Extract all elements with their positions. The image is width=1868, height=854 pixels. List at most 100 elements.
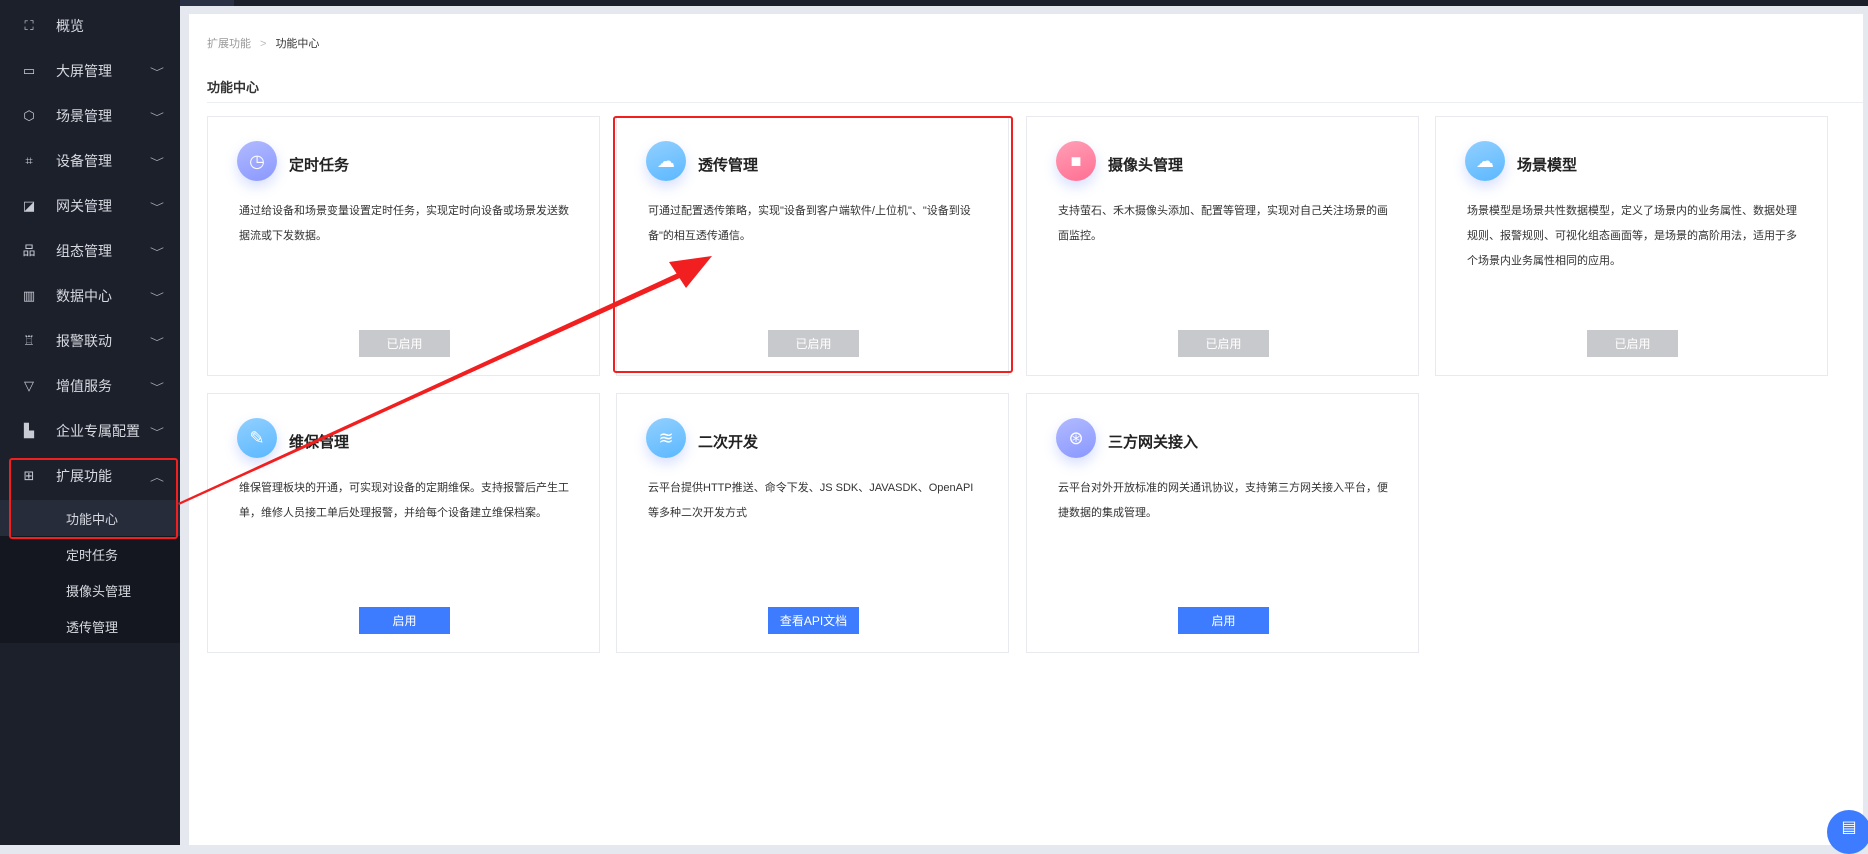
wrench-icon: ✎ (237, 418, 277, 458)
feature-card: ☁ 场景模型 场景模型是场景共性数据模型，定义了场景内的业务属性、数据处理规则、… (1435, 116, 1828, 376)
card-action-button[interactable]: 启用 (359, 607, 450, 634)
clock-icon: ◷ (237, 141, 277, 181)
cube-icon: ⬡ (23, 108, 35, 123)
sidebar-item-label: 企业专属配置 (56, 423, 140, 439)
sidebar-item-label: 大屏管理 (56, 63, 112, 79)
breadcrumb-separator: > (260, 38, 267, 50)
chevron-down-icon[interactable]: ﹀ (150, 199, 164, 214)
icon-glyph: ☁ (1476, 150, 1494, 171)
gateway-icon: ◪ (22, 198, 36, 213)
icon-glyph: ✎ (249, 427, 265, 448)
submenu-item-1[interactable]: 定时任务 (0, 536, 180, 572)
card-description: 可通过配置透传策略，实现"设备到客户端软件/上位机"、"设备到设备"的相互透传通… (648, 205, 971, 242)
card-title: 维保管理 (289, 434, 350, 451)
card-description: 云平台对外开放标准的网关通讯协议，支持第三方网关接入平台，便捷数据的集成管理。 (1058, 482, 1388, 519)
sidebar-item-7[interactable]: ♖ 报警联动 ﹀ (0, 321, 180, 361)
breadcrumb: 扩展功能 > 功能中心 (207, 35, 319, 51)
submenu-item-3[interactable]: 透传管理 (0, 608, 180, 644)
sidebar-item-label: 设备管理 (56, 153, 112, 169)
card-title: 摄像头管理 (1108, 157, 1184, 174)
icon-glyph: ⊛ (1068, 427, 1084, 448)
chart-icon: ▥ (22, 288, 36, 303)
breadcrumb-parent[interactable]: 扩展功能 (207, 38, 251, 50)
top-bar (180, 0, 1868, 6)
sidebar-item-label: 增值服务 (56, 378, 112, 394)
grid-icon: ⊞ (23, 468, 35, 483)
page-title: 功能中心 (207, 80, 260, 95)
card-title: 三方网关接入 (1108, 434, 1199, 451)
sidebar-item-2[interactable]: ⬡ 场景管理 ﹀ (0, 96, 180, 136)
sidebar-item-8[interactable]: ▽ 增值服务 ﹀ (0, 366, 180, 406)
card-title: 二次开发 (698, 434, 759, 451)
alarm-icon: ♖ (23, 333, 35, 348)
sidebar-item-9[interactable]: ▙ 企业专属配置 ﹀ (0, 411, 180, 451)
card-title: 定时任务 (289, 157, 350, 174)
sidebar: ⛶ 概览 ▭ 大屏管理 ﹀ ⬡ 场景管理 ﹀ ⌗ 设备管理 ﹀ ◪ 网关管理 ﹀… (0, 0, 180, 845)
feature-card: ⊛ 三方网关接入 云平台对外开放标准的网关通讯协议，支持第三方网关接入平台，便捷… (1026, 393, 1419, 653)
chevron-up-icon[interactable]: ︿ (150, 469, 164, 484)
divider (207, 102, 1863, 103)
icon-glyph: ■ (1070, 150, 1082, 171)
sidebar-item-label: 数据中心 (56, 288, 112, 304)
icon-glyph: ≋ (658, 427, 674, 448)
sidebar-item-5[interactable]: 品 组态管理 ﹀ (0, 231, 180, 271)
chevron-down-icon[interactable]: ﹀ (150, 379, 164, 394)
chevron-down-icon[interactable]: ﹀ (150, 244, 164, 259)
camera-icon: ■ (1056, 141, 1096, 181)
layers-icon: ≋ (646, 418, 686, 458)
document-fab-button[interactable]: ▤ (1827, 810, 1868, 854)
feature-card: ◷ 定时任务 通过给设备和场景变量设置定时任务，实现定时向设备或场景发送数据流或… (207, 116, 600, 376)
sidebar-item-label: 扩展功能 (56, 468, 112, 484)
sidebar-item-0[interactable]: ⛶ 概览 (0, 6, 180, 46)
document-icon: ▤ (1841, 819, 1857, 836)
chevron-down-icon[interactable]: ﹀ (150, 64, 164, 79)
feature-card: ≋ 二次开发 云平台提供HTTP推送、命令下发、JS SDK、JAVASDK、O… (616, 393, 1009, 653)
monitor-icon: ▭ (22, 63, 36, 78)
submenu-item-2[interactable]: 摄像头管理 (0, 572, 180, 608)
sidebar-item-label: 场景管理 (56, 108, 112, 124)
card-title: 场景模型 (1517, 157, 1578, 174)
diamond-icon: ▽ (24, 378, 34, 393)
card-description: 支持萤石、禾木摄像头添加、配置等管理，实现对自己关注场景的画面监控。 (1058, 205, 1388, 242)
sidebar-item-10[interactable]: ⊞ 扩展功能 ︿ (0, 456, 180, 496)
chevron-down-icon[interactable]: ﹀ (150, 109, 164, 124)
topology-icon: 品 (22, 243, 36, 258)
feature-card: ✎ 维保管理 维保管理板块的开通，可实现对设备的定期维保。支持报警后产生工单，维… (207, 393, 600, 653)
feature-card: ☁ 透传管理 可通过配置透传策略，实现"设备到客户端软件/上位机"、"设备到设备… (616, 116, 1009, 376)
sidebar-item-label: 网关管理 (56, 198, 112, 214)
card-action-button[interactable]: 已启用 (768, 330, 859, 357)
top-tab[interactable] (180, 0, 234, 6)
device-icon: ⌗ (25, 153, 33, 168)
icon-glyph: ◷ (249, 150, 265, 171)
card-description: 通过给设备和场景变量设置定时任务，实现定时向设备或场景发送数据流或下发数据。 (239, 205, 569, 242)
chevron-down-icon[interactable]: ﹀ (150, 424, 164, 439)
submenu: 功能中心 定时任务 摄像头管理 透传管理 (0, 500, 180, 643)
submenu-item-0[interactable]: 功能中心 (0, 500, 180, 536)
chevron-down-icon[interactable]: ﹀ (150, 154, 164, 169)
feature-card: ■ 摄像头管理 支持萤石、禾木摄像头添加、配置等管理，实现对自己关注场景的画面监… (1026, 116, 1419, 376)
cloud-model-icon: ☁ (1465, 141, 1505, 181)
sidebar-item-6[interactable]: ▥ 数据中心 ﹀ (0, 276, 180, 316)
card-description: 维保管理板块的开通，可实现对设备的定期维保。支持报警后产生工单，维修人员接工单后… (239, 482, 569, 519)
sidebar-item-label: 概览 (56, 18, 84, 34)
building-icon: ▙ (24, 423, 34, 438)
card-description: 场景模型是场景共性数据模型，定义了场景内的业务属性、数据处理规则、报警规则、可视… (1467, 205, 1797, 267)
chevron-down-icon[interactable]: ﹀ (150, 334, 164, 349)
card-action-button[interactable]: 已启用 (359, 330, 450, 357)
overview-icon: ⛶ (24, 18, 34, 33)
breadcrumb-current: 功能中心 (275, 38, 320, 50)
card-action-button[interactable]: 已启用 (1587, 330, 1678, 357)
card-description: 云平台提供HTTP推送、命令下发、JS SDK、JAVASDK、OpenAPI等… (648, 482, 974, 519)
card-action-button[interactable]: 查看API文档 (768, 607, 859, 634)
chevron-down-icon[interactable]: ﹀ (150, 289, 164, 304)
sidebar-item-4[interactable]: ◪ 网关管理 ﹀ (0, 186, 180, 226)
card-title: 透传管理 (698, 157, 759, 174)
cloud-transfer-icon: ☁ (646, 141, 686, 181)
icon-glyph: ☁ (657, 150, 675, 171)
sidebar-item-label: 组态管理 (56, 243, 112, 259)
sidebar-item-3[interactable]: ⌗ 设备管理 ﹀ (0, 141, 180, 181)
card-action-button[interactable]: 启用 (1178, 607, 1269, 634)
sidebar-item-1[interactable]: ▭ 大屏管理 ﹀ (0, 51, 180, 91)
network-icon: ⊛ (1056, 418, 1096, 458)
card-action-button[interactable]: 已启用 (1178, 330, 1269, 357)
